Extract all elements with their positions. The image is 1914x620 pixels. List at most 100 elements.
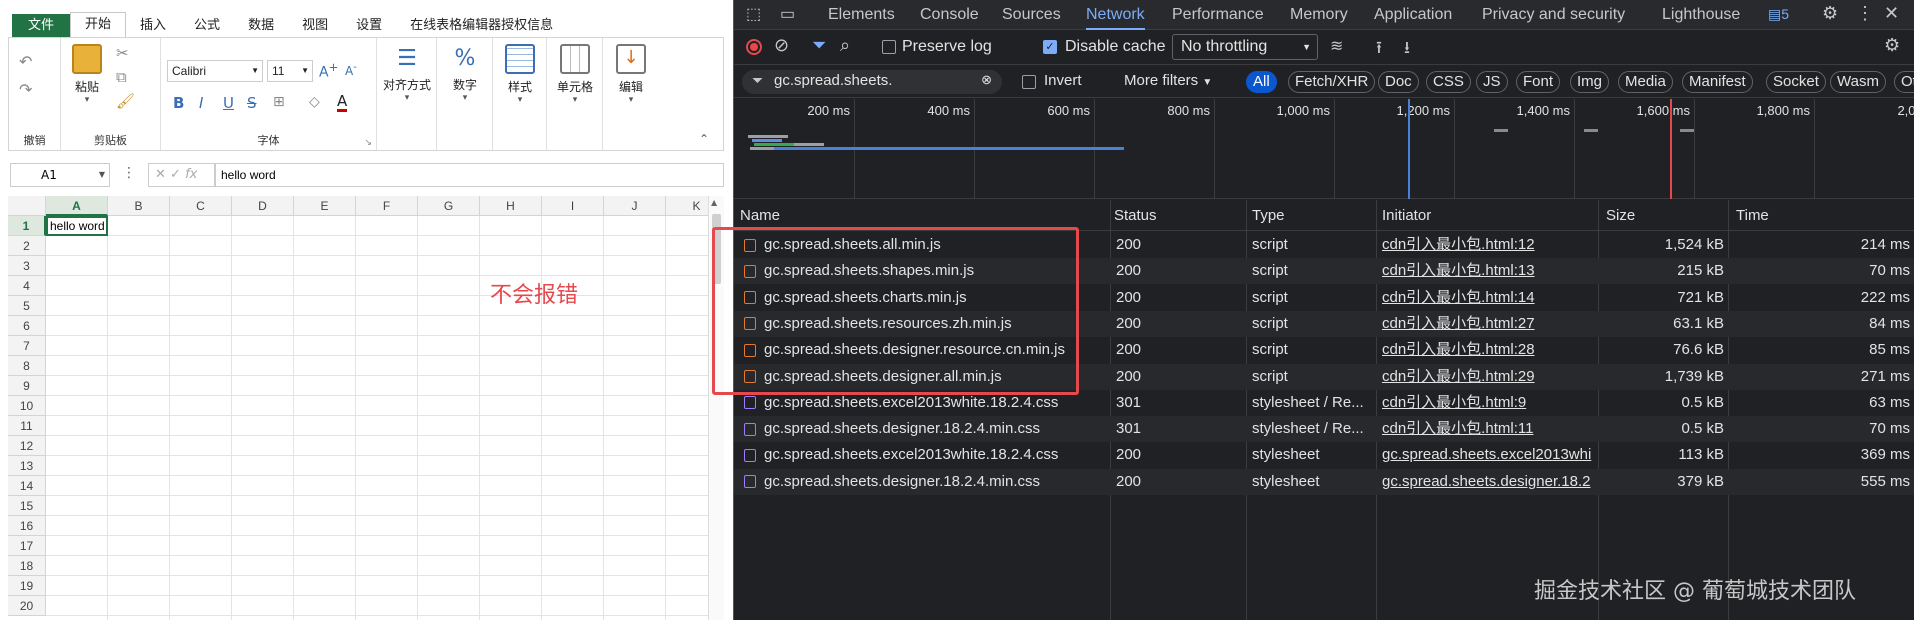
row-header[interactable]: 3 (8, 256, 46, 276)
request-initiator-link[interactable]: cdn引入最小包.html:14 (1376, 285, 1598, 311)
tab-memory[interactable]: Memory (1290, 0, 1348, 30)
clear-icon[interactable]: ⊘ (774, 35, 789, 56)
format-painter-icon[interactable]: 🖌 (116, 92, 135, 110)
column-header[interactable]: J (604, 196, 666, 216)
row-header[interactable]: 8 (8, 356, 46, 376)
type-filter-manifest[interactable]: Manifest (1682, 71, 1753, 93)
tab-network[interactable]: Network (1086, 0, 1145, 30)
column-header[interactable]: D (232, 196, 294, 216)
type-filter-fetchxhr[interactable]: Fetch/XHR (1288, 71, 1376, 93)
row-header[interactable]: 20 (8, 596, 46, 616)
column-header[interactable]: K (666, 196, 708, 216)
search-icon[interactable]: ⌕ (840, 35, 850, 56)
tab-insert[interactable]: 插入 (126, 14, 180, 38)
font-color-icon[interactable]: A (337, 93, 348, 112)
tab-settings[interactable]: 设置 (342, 14, 396, 38)
underline-icon[interactable]: U (223, 94, 234, 112)
throttling-select[interactable]: No throttling ▼ (1172, 34, 1318, 60)
name-box[interactable]: A1 ▼ (10, 163, 110, 187)
tab-view[interactable]: 视图 (288, 14, 342, 38)
row-header[interactable]: 7 (8, 336, 46, 356)
type-filter-css[interactable]: CSS (1426, 71, 1471, 93)
type-filter-doc[interactable]: Doc (1378, 71, 1419, 93)
request-row[interactable]: gc.spread.sheets.excel2013white.18.2.4.c… (734, 442, 1914, 468)
request-initiator-link[interactable]: cdn引入最小包.html:13 (1376, 258, 1598, 284)
cell-a1[interactable]: hello word (46, 216, 108, 236)
strikethrough-icon[interactable]: S (247, 94, 257, 112)
row-header[interactable]: 11 (8, 416, 46, 436)
request-initiator-link[interactable]: cdn引入最小包.html:28 (1376, 337, 1598, 363)
close-icon[interactable]: ✕ (1884, 3, 1899, 24)
col-time[interactable]: Time (1730, 200, 1769, 231)
collapse-ribbon-icon[interactable]: ⌃ (699, 132, 709, 146)
request-row[interactable]: gc.spread.sheets.designer.18.2.4.min.css… (734, 416, 1914, 443)
download-icon[interactable]: ⭳ (1404, 35, 1410, 64)
request-initiator-link[interactable]: cdn引入最小包.html:27 (1376, 311, 1598, 337)
tab-data[interactable]: 数据 (234, 14, 288, 38)
tab-console[interactable]: Console (920, 0, 979, 30)
disable-cache-checkbox[interactable]: ✓ (1043, 40, 1057, 54)
kebab-menu-icon[interactable]: ⋮ (1856, 3, 1874, 24)
preserve-log-checkbox[interactable] (882, 40, 896, 54)
issues-badge[interactable]: ▤5 (1768, 6, 1789, 23)
tab-performance[interactable]: Performance (1172, 0, 1264, 30)
edit-button[interactable]: ↓ 编辑 ▾ (603, 44, 659, 105)
network-settings-icon[interactable]: ⚙ (1884, 35, 1900, 56)
request-initiator-link[interactable]: gc.spread.sheets.designer.18.2 (1376, 469, 1598, 495)
formula-input[interactable]: hello word (214, 163, 724, 187)
row-header[interactable]: 16 (8, 516, 46, 536)
filter-icon[interactable]: ⏷ (812, 35, 826, 56)
border-icon[interactable]: ⊞ (273, 94, 285, 110)
row-header[interactable]: 15 (8, 496, 46, 516)
tab-sources[interactable]: Sources (1002, 0, 1061, 30)
device-toolbar-icon[interactable]: ▭ (780, 4, 795, 24)
row-header[interactable]: 9 (8, 376, 46, 396)
column-header[interactable]: C (170, 196, 232, 216)
tab-formulas[interactable]: 公式 (180, 14, 234, 38)
undo-icon[interactable]: ↶ (19, 52, 32, 71)
filter-input[interactable]: ⏷ gc.spread.sheets. ⊗ (742, 70, 1002, 94)
wifi-icon[interactable]: ≋ (1330, 36, 1343, 56)
request-initiator-link[interactable]: cdn引入最小包.html:12 (1376, 232, 1598, 258)
row-header[interactable]: 10 (8, 396, 46, 416)
request-initiator-link[interactable]: gc.spread.sheets.excel2013whi (1376, 442, 1598, 468)
bold-icon[interactable]: B (173, 94, 184, 112)
dialog-launcher-icon[interactable]: ↘ (364, 138, 372, 148)
scroll-up-icon[interactable]: ▲ (711, 198, 717, 207)
column-header[interactable]: B (108, 196, 170, 216)
tab-file[interactable]: 文件 (12, 14, 71, 38)
inspect-icon[interactable]: ⬚ (746, 4, 761, 24)
column-header[interactable]: A (46, 196, 108, 216)
redo-icon[interactable]: ↷ (19, 80, 32, 99)
row-header[interactable]: 6 (8, 316, 46, 336)
type-filter-wasm[interactable]: Wasm (1830, 71, 1886, 93)
tab-application[interactable]: Application (1374, 0, 1452, 30)
tab-lighthouse[interactable]: Lighthouse (1662, 0, 1740, 30)
fx-button[interactable]: ✕ ✓ fx (148, 163, 216, 187)
type-filter-js[interactable]: JS (1476, 71, 1508, 93)
row-header[interactable]: 19 (8, 576, 46, 596)
font-size-select[interactable]: 11 ▼ (267, 60, 313, 82)
italic-icon[interactable]: I (199, 94, 203, 112)
fill-color-icon[interactable]: ◇ (309, 94, 320, 110)
sheet-grid[interactable]: A B C D E F G H I J K 1 2 3 4 5 6 7 8 9 10 11 12 13 14 15 16 17 18 19… (8, 196, 708, 620)
type-filter-all[interactable]: All (1246, 71, 1277, 93)
column-header[interactable]: G (418, 196, 480, 216)
tab-elements[interactable]: Elements (828, 0, 895, 30)
col-status[interactable]: Status (1108, 200, 1157, 231)
corner-cell[interactable] (8, 196, 46, 216)
request-initiator-link[interactable]: cdn引入最小包.html:29 (1376, 364, 1598, 390)
request-initiator-link[interactable]: cdn引入最小包.html:11 (1376, 416, 1598, 442)
tab-home[interactable]: 开始 (70, 12, 127, 38)
style-button[interactable]: 样式 ▾ (493, 44, 547, 105)
type-filter-other[interactable]: Other (1894, 71, 1914, 93)
gear-icon[interactable]: ⚙ (1822, 3, 1838, 24)
column-header[interactable]: I (542, 196, 604, 216)
row-header[interactable]: 12 (8, 436, 46, 456)
decrease-font-icon[interactable]: A- (345, 62, 357, 78)
cut-icon[interactable]: ✂ (116, 44, 129, 62)
column-header[interactable]: E (294, 196, 356, 216)
upload-icon[interactable]: ⭱ (1376, 35, 1382, 64)
column-header[interactable]: H (480, 196, 542, 216)
type-filter-socket[interactable]: Socket (1766, 71, 1826, 93)
